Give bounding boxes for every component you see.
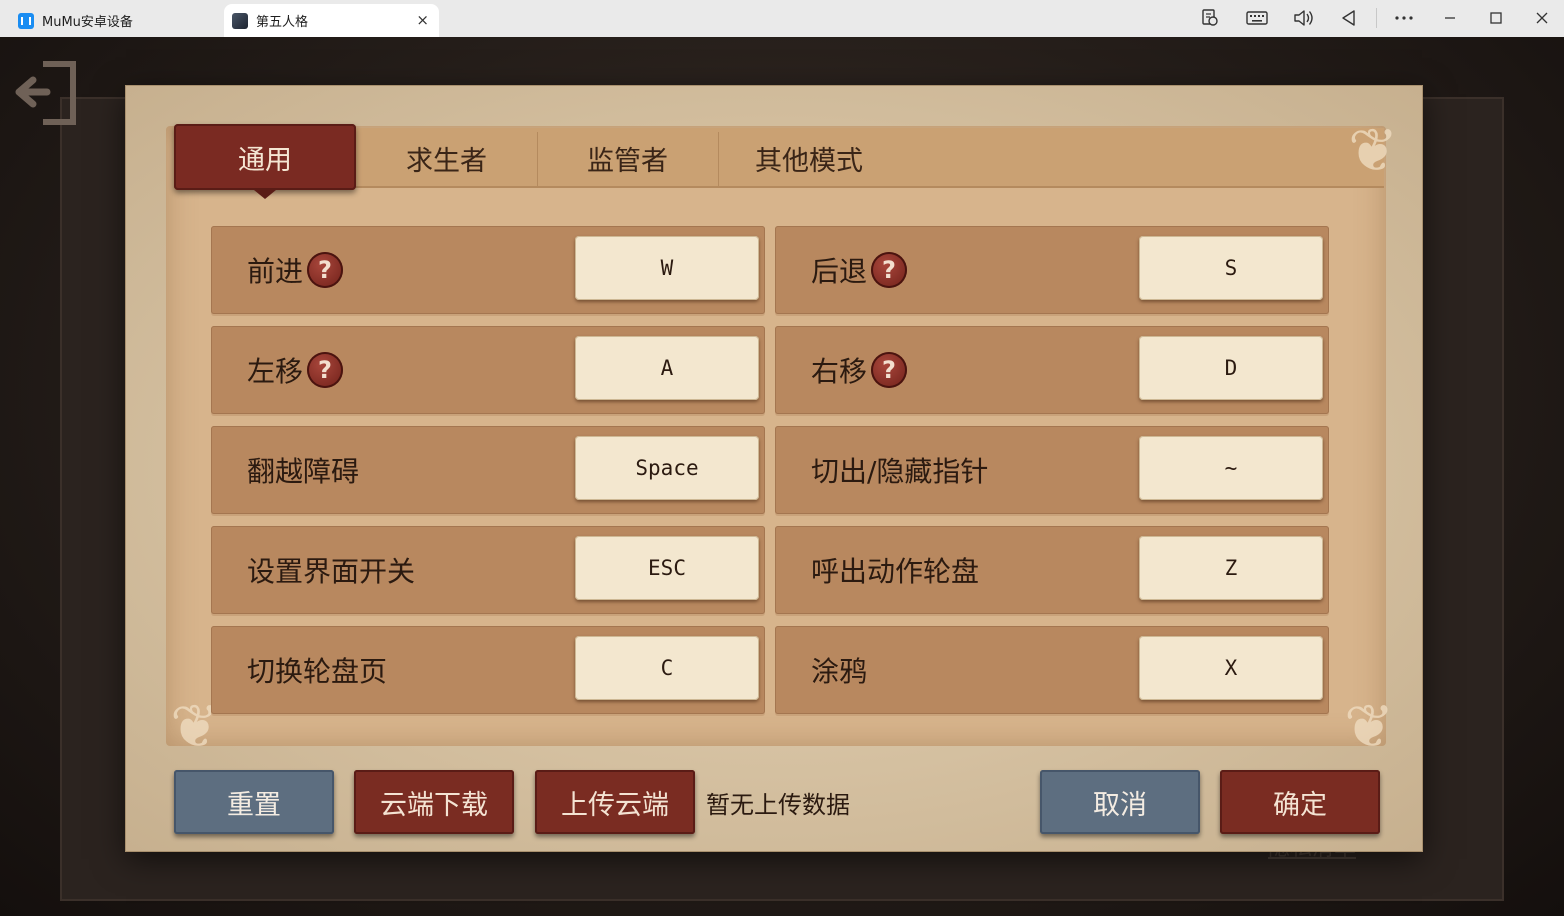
- key-button-graffiti[interactable]: X: [1139, 636, 1323, 700]
- key-settings-dialog: 通用 求生者 监管者 其他模式 ❦ ❦ ❦ 前进 ? W 左移 ? A 翻越障碍…: [126, 86, 1422, 851]
- binding-label: 设置界面开关: [247, 555, 416, 588]
- more-icon[interactable]: [1387, 4, 1421, 32]
- maximize-icon[interactable]: [1479, 4, 1513, 32]
- corner-ornament: ❦: [1344, 692, 1395, 762]
- corner-ornament: ❦: [1348, 116, 1399, 186]
- back-icon[interactable]: [1332, 4, 1366, 32]
- binding-label: 切出/隐藏指针: [811, 455, 989, 488]
- window-titlebar: MuMu安卓设备 第五人格 ×: [0, 0, 1564, 38]
- binding-row-settings-toggle: 设置界面开关 ESC: [211, 526, 765, 614]
- key-button-action-wheel[interactable]: Z: [1139, 536, 1323, 600]
- binding-row-action-wheel: 呼出动作轮盘 Z: [775, 526, 1329, 614]
- mumu-app-icon: [18, 12, 34, 29]
- key-button-vault[interactable]: Space: [575, 436, 759, 500]
- help-icon[interactable]: ?: [871, 352, 908, 388]
- help-icon[interactable]: ?: [871, 252, 908, 288]
- reset-button[interactable]: 重置: [174, 770, 334, 834]
- key-button-forward[interactable]: W: [575, 236, 759, 300]
- cloud-download-button[interactable]: 云端下载: [354, 770, 514, 834]
- cloud-upload-button[interactable]: 上传云端: [535, 770, 695, 834]
- volume-icon[interactable]: [1286, 4, 1320, 32]
- binding-row-vault: 翻越障碍 Space: [211, 426, 765, 514]
- confirm-button[interactable]: 确定: [1220, 770, 1380, 834]
- binding-row-backward: 后退 ? S: [775, 226, 1329, 314]
- help-icon[interactable]: ?: [307, 352, 344, 388]
- binding-label: 涂鸦: [811, 655, 868, 688]
- binding-row-right: 右移 ? D: [775, 326, 1329, 414]
- binding-row-left: 左移 ? A: [211, 326, 765, 414]
- key-button-left[interactable]: A: [575, 336, 759, 400]
- settings-tabbar: 通用 求生者 监管者 其他模式: [174, 124, 1384, 199]
- key-button-backward[interactable]: S: [1139, 236, 1323, 300]
- key-button-switch-wheel-page[interactable]: C: [575, 636, 759, 700]
- tab-hunter[interactable]: 监管者: [537, 128, 718, 188]
- help-icon[interactable]: ?: [307, 252, 344, 288]
- tab-label: 第五人格: [256, 15, 309, 30]
- keyboard-icon[interactable]: [1240, 4, 1274, 32]
- exit-door-icon[interactable]: [12, 52, 94, 134]
- game-thumbnail-icon: [232, 12, 248, 29]
- tab-label: MuMu安卓设备: [42, 15, 133, 30]
- binding-row-forward: 前进 ? W: [211, 226, 765, 314]
- tab-close-icon[interactable]: ×: [416, 11, 429, 29]
- tab-other-modes[interactable]: 其他模式: [718, 128, 900, 188]
- binding-row-graffiti: 涂鸦 X: [775, 626, 1329, 714]
- key-button-right[interactable]: D: [1139, 336, 1323, 400]
- binding-label: 翻越障碍: [247, 455, 360, 488]
- tab-general[interactable]: 通用: [174, 124, 356, 199]
- upload-status-text: 暂无上传数据: [706, 790, 850, 819]
- tab-identity-v[interactable]: 第五人格 ×: [224, 4, 439, 37]
- toolbar-divider: [1376, 8, 1377, 28]
- binding-label: 前进: [247, 255, 304, 288]
- screen-record-icon[interactable]: [1193, 4, 1227, 32]
- binding-label: 左移: [247, 355, 304, 388]
- binding-row-switch-wheel-page: 切换轮盘页 C: [211, 626, 765, 714]
- binding-row-toggle-pointer: 切出/隐藏指针 ~: [775, 426, 1329, 514]
- tab-mumu-device[interactable]: MuMu安卓设备: [8, 4, 218, 37]
- minimize-icon[interactable]: [1433, 4, 1467, 32]
- binding-label: 切换轮盘页: [247, 655, 388, 688]
- close-icon[interactable]: [1525, 4, 1559, 32]
- binding-label: 后退: [811, 255, 868, 288]
- cancel-button[interactable]: 取消: [1040, 770, 1200, 834]
- binding-label: 呼出动作轮盘: [811, 555, 980, 588]
- key-button-toggle-pointer[interactable]: ~: [1139, 436, 1323, 500]
- tab-survivor[interactable]: 求生者: [356, 128, 537, 188]
- binding-label: 右移: [811, 355, 868, 388]
- key-button-settings-toggle[interactable]: ESC: [575, 536, 759, 600]
